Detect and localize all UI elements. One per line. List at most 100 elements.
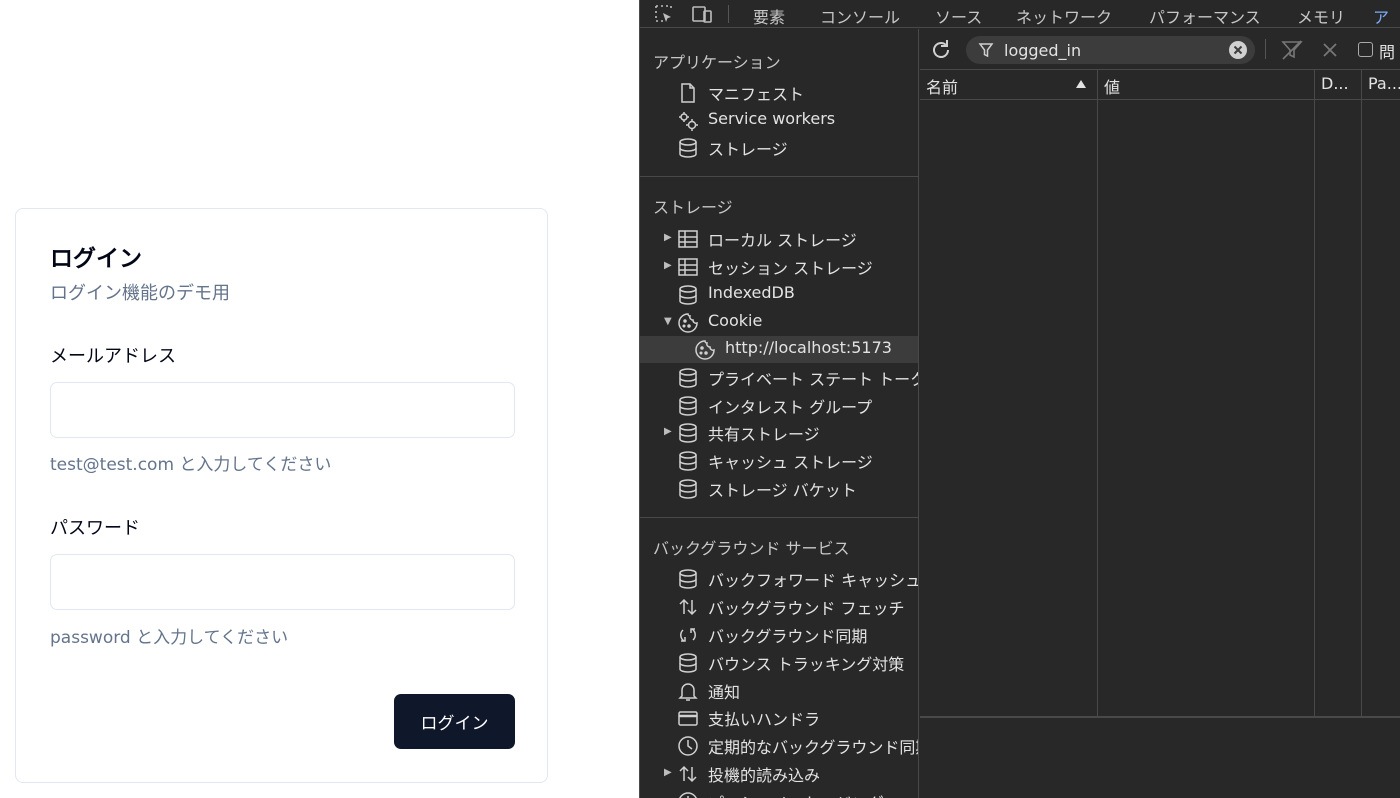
third-party-checkbox-label: 問 — [1379, 43, 1396, 62]
card-description: ログイン機能のデモ用 — [50, 283, 230, 304]
updown-arrows-icon — [677, 596, 699, 618]
column-divider[interactable] — [1314, 70, 1315, 716]
toolbar-separator — [728, 5, 729, 23]
expand-arrow-icon[interactable]: ▶ — [664, 766, 674, 780]
tab-application[interactable]: ア — [1373, 4, 1389, 28]
sidebar-item-cookie[interactable]: ▼ Cookie — [640, 309, 918, 336]
password-hint: password と入力してください — [50, 628, 289, 648]
sidebar-item-push-messaging[interactable]: プッシュメッセージング — [640, 788, 918, 798]
bell-icon — [677, 680, 699, 702]
database-icon — [677, 422, 699, 444]
collapse-arrow-icon[interactable]: ▼ — [664, 315, 674, 329]
section-title-storage: ストレージ — [653, 198, 733, 217]
clear-filtered-cookies-icon[interactable] — [1280, 38, 1304, 62]
delete-cookie-icon[interactable] — [1318, 38, 1342, 62]
sidebar-item-cache-storage[interactable]: キャッシュ ストレージ — [640, 447, 918, 474]
database-icon — [677, 568, 699, 590]
sync-icon — [677, 624, 699, 646]
database-icon — [677, 652, 699, 674]
database-icon — [677, 450, 699, 472]
password-label: パスワード — [50, 518, 140, 539]
cookie-filter-bar: 問 — [920, 29, 1400, 70]
devtools-panel: 要素 コンソール ソース ネットワーク パフォーマンス メモリ ア アプリケーシ… — [639, 0, 1400, 798]
column-divider[interactable] — [1097, 70, 1098, 716]
column-divider[interactable] — [1361, 70, 1362, 716]
filter-separator — [1265, 39, 1266, 59]
database-icon — [677, 395, 699, 417]
sidebar-item-storage-buckets[interactable]: ストレージ バケット — [640, 475, 918, 502]
column-header-name[interactable]: 名前 — [926, 74, 958, 98]
sidebar-item-background-fetch[interactable]: バックグラウンド フェッチ — [640, 593, 918, 620]
database-icon — [677, 284, 699, 306]
section-divider — [640, 176, 918, 177]
filter-icon — [978, 42, 994, 58]
card-icon — [677, 707, 699, 729]
sidebar-item-bfcache[interactable]: バックフォワード キャッシュ — [640, 565, 918, 592]
expand-arrow-icon[interactable]: ▶ — [664, 259, 674, 273]
sort-ascending-icon — [1076, 80, 1086, 88]
cookie-icon — [677, 312, 699, 334]
sidebar-item-cookie-localhost[interactable]: http://localhost:5173 — [640, 336, 918, 363]
login-card: ログイン ログイン機能のデモ用 メールアドレス test@test.com と入… — [15, 208, 548, 783]
expand-arrow-icon[interactable]: ▶ — [664, 425, 674, 439]
tab-sources[interactable]: ソース — [935, 4, 982, 28]
clock-icon — [677, 791, 699, 798]
filter-input[interactable] — [1004, 39, 1224, 61]
database-icon — [677, 478, 699, 500]
sidebar-item-interest-groups[interactable]: インタレスト グループ — [640, 392, 918, 419]
tab-network[interactable]: ネットワーク — [1016, 4, 1112, 28]
device-toolbar-icon[interactable] — [691, 3, 713, 25]
cookie-pane: 問 名前 値 D... Pa... — [920, 29, 1400, 798]
database-icon — [677, 367, 699, 389]
devtools-toolbar: 要素 コンソール ソース ネットワーク パフォーマンス メモリ ア — [640, 0, 1400, 28]
section-title-background-services: バックグラウンド サービス — [653, 539, 850, 558]
sidebar-item-session-storage[interactable]: ▶ セッション ストレージ — [640, 253, 918, 280]
sidebar-item-bounce-tracking[interactable]: バウンス トラッキング対策 — [640, 649, 918, 676]
tab-memory[interactable]: メモリ — [1297, 4, 1345, 28]
sidebar-item-manifest[interactable]: マニフェスト — [640, 79, 918, 106]
table-icon — [677, 228, 699, 250]
cookie-table-header: 名前 値 D... Pa... — [920, 70, 1400, 100]
section-divider — [640, 517, 918, 518]
clock-icon — [677, 735, 699, 757]
web-page: ログイン ログイン機能のデモ用 メールアドレス test@test.com と入… — [0, 0, 640, 798]
third-party-checkbox[interactable] — [1358, 42, 1373, 57]
table-icon — [677, 256, 699, 278]
column-header-domain[interactable]: D... — [1321, 74, 1361, 93]
sidebar-item-service-workers[interactable]: Service workers — [640, 107, 918, 134]
updown-arrows-icon — [677, 763, 699, 785]
login-button[interactable]: ログイン — [394, 694, 515, 749]
sidebar-item-notifications[interactable]: 通知 — [640, 677, 918, 704]
tab-console[interactable]: コンソール — [820, 4, 900, 28]
tab-elements[interactable]: 要素 — [753, 4, 785, 28]
email-label: メールアドレス — [50, 346, 176, 367]
inspect-element-icon[interactable] — [653, 3, 675, 25]
password-field[interactable] — [50, 554, 515, 610]
cookie-table: 名前 値 D... Pa... — [920, 70, 1400, 718]
sidebar-item-shared-storage[interactable]: ▶ 共有ストレージ — [640, 419, 918, 446]
database-icon — [677, 137, 699, 159]
cookie-icon — [694, 339, 716, 361]
clear-filter-icon[interactable] — [1228, 40, 1248, 60]
sidebar-item-storage[interactable]: ストレージ — [640, 134, 918, 161]
tab-performance[interactable]: パフォーマンス — [1149, 4, 1261, 28]
refresh-icon[interactable] — [928, 37, 954, 63]
cookie-filter[interactable] — [966, 36, 1255, 64]
sidebar-item-speculative-loads[interactable]: ▶ 投機的読み込み — [640, 760, 918, 787]
expand-arrow-icon[interactable]: ▶ — [664, 231, 674, 245]
sidebar-item-local-storage[interactable]: ▶ ローカル ストレージ — [640, 225, 918, 252]
section-title-application: アプリケーション — [653, 53, 781, 72]
email-field[interactable] — [50, 382, 515, 438]
email-hint: test@test.com と入力してください — [50, 455, 332, 475]
sidebar-item-periodic-background-sync[interactable]: 定期的なバックグラウンド同期 — [640, 732, 918, 759]
column-header-path[interactable]: Pa... — [1368, 74, 1400, 93]
sidebar-item-indexeddb[interactable]: IndexedDB — [640, 281, 918, 308]
card-title: ログイン — [50, 246, 142, 272]
gears-icon — [677, 110, 699, 132]
file-icon — [677, 82, 699, 104]
sidebar-item-background-sync[interactable]: バックグラウンド同期 — [640, 621, 918, 648]
sidebar-item-payment-handler[interactable]: 支払いハンドラ — [640, 704, 918, 731]
column-header-value[interactable]: 値 — [1104, 74, 1120, 98]
application-sidebar: アプリケーション マニフェスト Service workers ストレージ スト… — [640, 29, 919, 798]
sidebar-item-private-state-tokens[interactable]: プライベート ステート トークン — [640, 364, 918, 391]
